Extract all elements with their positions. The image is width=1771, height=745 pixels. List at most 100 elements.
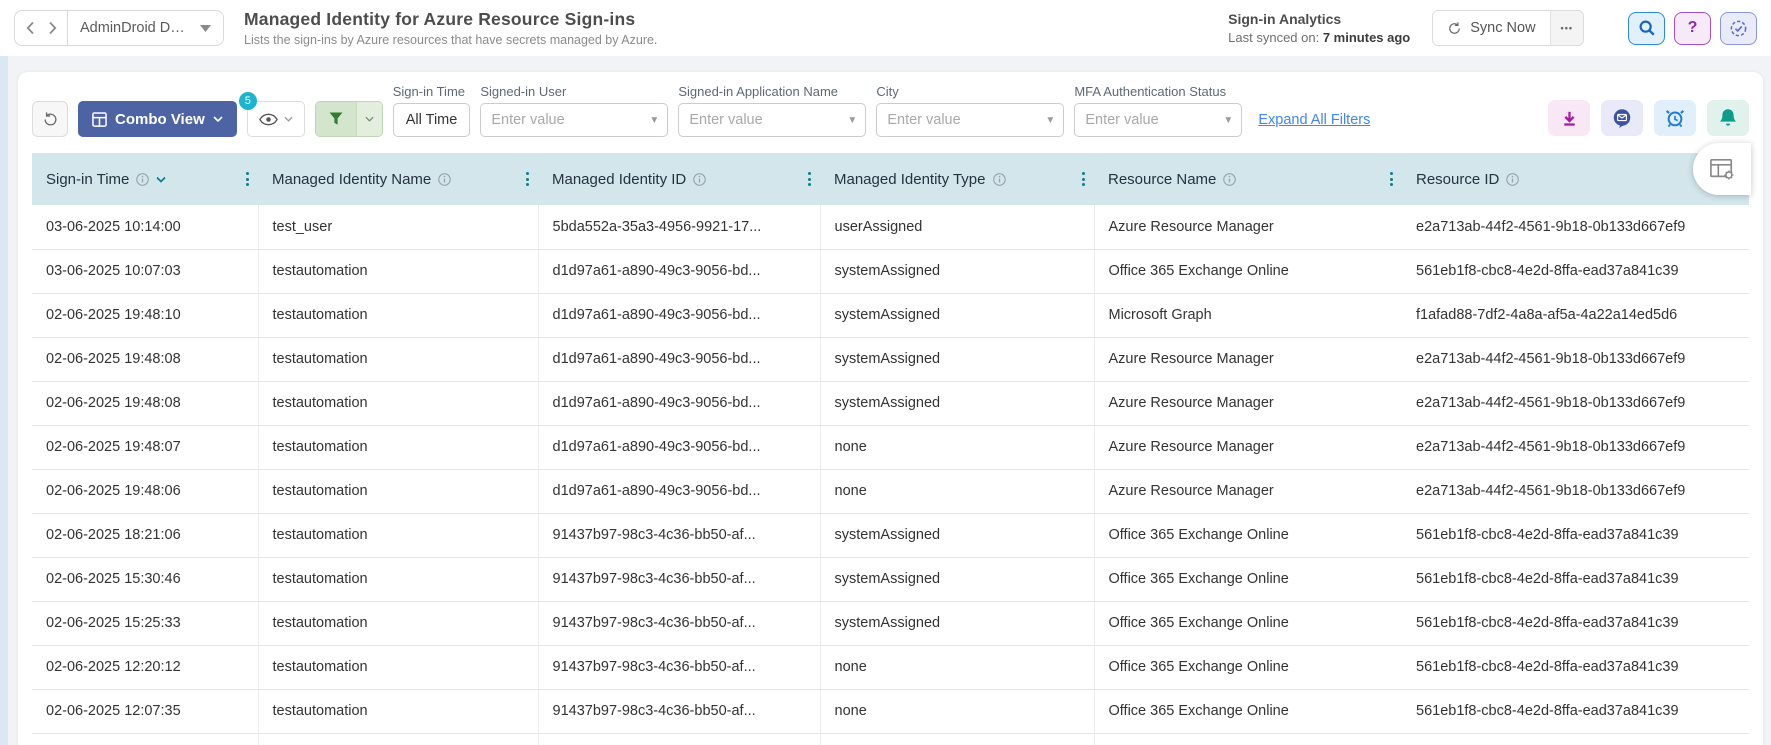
chevron-down-icon[interactable]: ▼	[1215, 115, 1241, 126]
chevron-left-icon[interactable]	[19, 14, 41, 42]
cell-resource-name: Azure Resource Manager	[1094, 337, 1402, 382]
table-row[interactable]: 02-06-2025 12:20:12 testautomation 91437b9…	[32, 645, 1749, 690]
cell-resource-id: e2a713ab-44f2-4561-9b18-0b133d667ef9	[1402, 337, 1749, 382]
chat-icon	[1611, 107, 1633, 129]
signin-time-button[interactable]: All Time	[392, 103, 471, 137]
table-row[interactable]: 02-06-2025 15:25:33 testautomation 91437b9…	[32, 601, 1749, 646]
filter-signin-time: Sign-in Time All Time	[392, 84, 471, 137]
application-name-input[interactable]	[679, 112, 840, 128]
page-title: Managed Identity for Azure Resource Sign…	[244, 9, 636, 29]
kebab-menu-icon[interactable]	[805, 169, 814, 189]
alerts-button[interactable]	[1707, 100, 1749, 136]
table-row[interactable]: 02-06-2025 19:48:08 testautomation d1d97a6…	[32, 381, 1749, 426]
chevron-down-icon[interactable]: ▼	[1037, 115, 1063, 126]
column-chooser-button[interactable]	[1693, 143, 1751, 195]
download-button[interactable]	[1548, 100, 1590, 136]
cell-resource-name: Microsoft Graph	[1094, 293, 1402, 338]
kebab-menu-icon[interactable]	[243, 169, 252, 189]
table-row[interactable]: 02-06-2025 18:21:06 testautomation 91437b9…	[32, 513, 1749, 558]
chevron-down-icon[interactable]: ▼	[839, 115, 865, 126]
column-label: Resource ID	[1416, 170, 1500, 188]
city-input[interactable]	[877, 112, 1038, 128]
workspace-dropdown[interactable]: AdminDroid De...	[68, 10, 224, 46]
chevron-down-icon[interactable]: ▼	[641, 115, 667, 126]
info-icon[interactable]	[438, 172, 452, 186]
cell-managed-identity-type: systemAssigned	[820, 381, 1095, 426]
cell-resource-name: Office 365 Exchange Online	[1094, 601, 1402, 646]
cell-managed-identity-name: testautomation	[258, 425, 539, 470]
cell-managed-identity-type: systemAssigned	[820, 249, 1095, 294]
combo-view-grid-icon	[92, 111, 107, 127]
filter-funnel-icon	[328, 111, 344, 127]
table-header-row: Sign-in Time Managed Identity Name Manag…	[32, 153, 1749, 205]
alarm-icon	[1665, 108, 1685, 128]
cell-managed-identity-name: test_user	[258, 205, 539, 250]
column-header-managed-identity-name[interactable]: Managed Identity Name	[258, 153, 538, 205]
cell-resource-id: e2a713ab-44f2-4561-9b18-0b133d667ef9	[1402, 469, 1749, 514]
expand-all-filters-link[interactable]: Expand All Filters	[1258, 112, 1370, 128]
kebab-menu-icon[interactable]	[523, 169, 532, 189]
kebab-menu-icon[interactable]	[1387, 169, 1396, 189]
table-row[interactable]: 03-06-2025 10:14:00 test_user 5bda552a-35a…	[32, 205, 1749, 250]
bell-icon	[1719, 108, 1737, 128]
kebab-menu-icon[interactable]	[1079, 169, 1088, 189]
filter-label: MFA Authentication Status	[1074, 84, 1227, 99]
search-button[interactable]	[1628, 11, 1665, 45]
sync-icon	[1447, 21, 1462, 36]
info-icon[interactable]	[992, 172, 1006, 186]
cell-managed-identity-name: testautomation	[258, 469, 539, 514]
table-row[interactable]: 02-06-2025 19:48:10 testautomation d1d97a6…	[32, 293, 1749, 338]
info-icon[interactable]	[693, 172, 707, 186]
help-icon: ?	[1687, 19, 1698, 36]
cell-resource-name: Office 365 Exchange Online	[1094, 249, 1402, 294]
signed-in-user-input[interactable]	[481, 112, 642, 128]
chevron-right-icon[interactable]	[41, 14, 63, 42]
schedule-button[interactable]	[1654, 100, 1696, 136]
cell-resource-id: 561eb1f8-cbc8-4e2d-8ffa-ead37a841c39	[1402, 601, 1749, 646]
sync-now-button[interactable]: Sync Now	[1433, 11, 1550, 45]
column-header-sign-in-time[interactable]: Sign-in Time	[32, 153, 258, 205]
cell-managed-identity-id: d1d97a61-a890-49c3-9056-bd...	[538, 469, 821, 514]
info-icon[interactable]	[1223, 172, 1237, 186]
reset-icon	[42, 111, 59, 128]
cell-resource-name: Azure Resource Manager	[1094, 425, 1402, 470]
table-row[interactable]: 02-06-2025 19:48:07 testautomation d1d97a6…	[32, 425, 1749, 470]
table-row[interactable]: 02-06-2025 19:48:06 testautomation d1d97a6…	[32, 469, 1749, 514]
info-icon[interactable]	[1506, 172, 1520, 186]
table-row[interactable]: 03-06-2025 10:07:03 testautomation d1d97a6…	[32, 249, 1749, 294]
column-header-resource-name[interactable]: Resource Name	[1094, 153, 1402, 205]
cell-sign-in-time: 02-06-2025 15:25:33	[32, 601, 259, 646]
table-row[interactable]: 02-06-2025 12:07:35 testautomation 91437b9…	[32, 689, 1749, 734]
mfa-status-input[interactable]	[1075, 112, 1216, 128]
feedback-button[interactable]	[1601, 100, 1643, 136]
column-header-managed-identity-id[interactable]: Managed Identity ID	[538, 153, 820, 205]
scheduled-tasks-button[interactable]	[1720, 11, 1757, 45]
view-options-button[interactable]	[246, 101, 305, 137]
column-header-managed-identity-type[interactable]: Managed Identity Type	[820, 153, 1094, 205]
info-icon[interactable]	[136, 172, 150, 186]
sort-down-icon[interactable]	[156, 176, 166, 183]
download-icon	[1561, 110, 1578, 127]
scheduled-check-icon	[1729, 19, 1748, 38]
column-label: Managed Identity Name	[272, 170, 432, 188]
combo-view-button[interactable]: Combo View	[78, 101, 237, 137]
table-row[interactable]	[32, 733, 1749, 745]
reset-button[interactable]	[32, 101, 68, 137]
more-options-button[interactable]: •••	[1549, 11, 1583, 45]
filter-dropdown-button[interactable]	[355, 102, 382, 136]
combo-view-label: Combo View	[115, 110, 205, 128]
report-card: Combo View 5 Sign-in Time All Time Signe…	[18, 72, 1763, 745]
analytics-title: Sign-in Analytics	[1228, 11, 1342, 27]
cell-resource-id: e2a713ab-44f2-4561-9b18-0b133d667ef9	[1402, 381, 1749, 426]
cell-sign-in-time: 02-06-2025 12:07:35	[32, 689, 259, 734]
filter-button[interactable]	[315, 102, 356, 136]
column-chooser-icon	[1709, 157, 1735, 181]
filter-application-name: Signed-in Application Name ▼	[678, 84, 867, 137]
table-row[interactable]: 02-06-2025 19:48:08 testautomation d1d97a6…	[32, 337, 1749, 382]
cell-managed-identity-id: 91437b97-98c3-4c36-bb50-af...	[538, 557, 821, 602]
table-row[interactable]: 02-06-2025 15:30:46 testautomation 91437b9…	[32, 557, 1749, 602]
filter-split-button	[314, 101, 383, 137]
cell-managed-identity-id: 5bda552a-35a3-4956-9921-17...	[538, 205, 821, 250]
cell-managed-identity-id: 91437b97-98c3-4c36-bb50-af...	[538, 601, 821, 646]
help-button[interactable]: ?	[1674, 11, 1711, 45]
